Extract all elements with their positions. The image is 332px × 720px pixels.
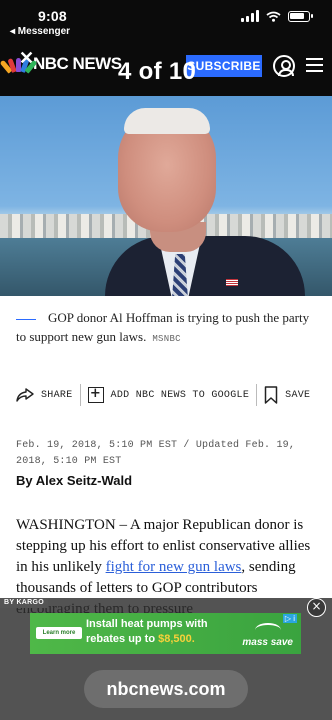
ad-headline-amount: $8,500. (158, 633, 195, 645)
back-to-messenger-link[interactable]: ◂ Messenger (10, 26, 70, 37)
image-caption: GOP donor Al Hoffman is trying to push t… (16, 308, 316, 349)
cellular-signal-icon (241, 10, 259, 22)
ad-headline: Install heat pumps with rebates up to $8… (86, 617, 236, 647)
add-to-google-button[interactable]: + ADD NBC NEWS TO GOOGLE (87, 387, 250, 403)
share-button[interactable]: SHARE (16, 388, 73, 402)
status-icons (241, 10, 313, 22)
hero-image (0, 96, 332, 296)
add-square-icon: + (87, 387, 104, 403)
save-button[interactable]: SAVE (264, 386, 310, 404)
subscribe-button[interactable]: SUBSCRIBE (186, 55, 262, 77)
share-toolbar: SHARE + ADD NBC NEWS TO GOOGLE SAVE (16, 383, 320, 407)
ad-banner[interactable]: Learn more Install heat pumps with rebat… (30, 613, 301, 654)
slide-counter: 4 of 10 (118, 58, 197, 85)
ad-headline-line-1: Install heat pumps with (86, 618, 208, 630)
ad-headline-line-2: rebates up to $8,500. (86, 632, 236, 647)
ad-provider-label: BY KARGO (0, 598, 48, 608)
caption-dash (16, 318, 36, 320)
browser-url-bar[interactable]: nbcnews.com (84, 670, 248, 708)
gun-laws-link[interactable]: fight for new gun laws (106, 559, 242, 575)
bookmark-icon (264, 386, 278, 404)
ad-close-button[interactable]: × (307, 598, 326, 617)
brand-name: NBC NEWS (33, 54, 122, 73)
account-icon[interactable] (273, 55, 295, 77)
ad-choices-icon[interactable]: ▷ i (282, 614, 297, 623)
speaker-hair (124, 108, 210, 134)
share-arrow-icon (16, 388, 34, 402)
divider (79, 384, 81, 406)
divider (256, 384, 258, 406)
wifi-icon (266, 11, 281, 22)
article-dateline: Feb. 19, 2018, 5:10 PM EST / Updated Feb… (16, 440, 296, 467)
ad-headline-rebates: rebates up to (86, 633, 159, 645)
flag-pin (226, 279, 238, 286)
speaker-suit (105, 236, 305, 296)
advertiser-logo-icon (255, 623, 281, 637)
status-time: 9:08 (38, 8, 67, 24)
save-label: SAVE (285, 389, 311, 401)
learn-more-button[interactable]: Learn more (36, 627, 82, 639)
advertiser-name: mass save (242, 637, 293, 648)
add-to-google-label: ADD NBC NEWS TO GOOGLE (110, 389, 250, 401)
share-label: SHARE (41, 389, 73, 401)
app-header: 9:08 ◂ Messenger NBC NEWS ✕ SUBSCRIBE 4 … (0, 0, 332, 96)
image-credit: MSNBC (152, 334, 181, 344)
article-byline[interactable]: By Alex Seitz-Wald (16, 473, 132, 488)
battery-icon (288, 10, 313, 22)
menu-icon[interactable] (306, 58, 323, 72)
close-icon[interactable]: ✕ (19, 48, 34, 69)
